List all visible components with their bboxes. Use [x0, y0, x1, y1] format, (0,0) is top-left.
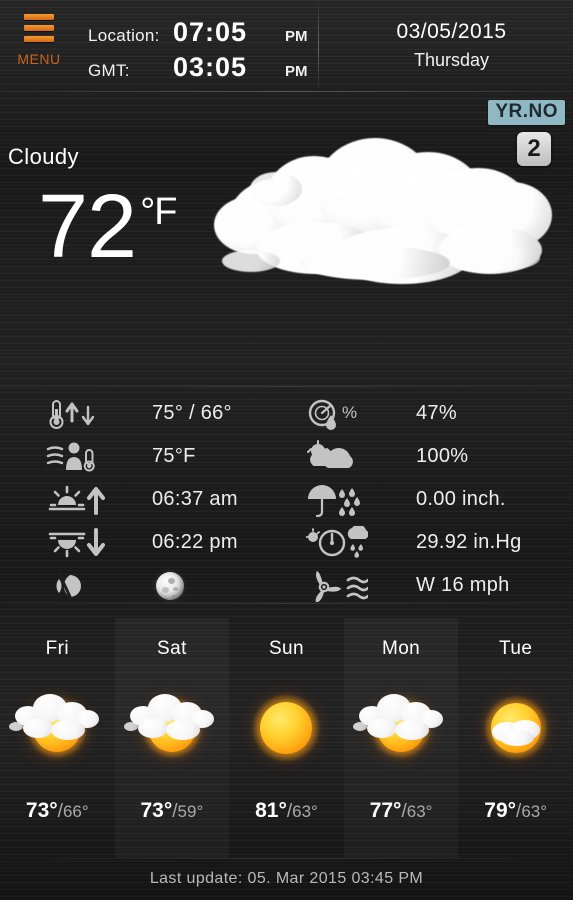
local-time-value: 07:05	[173, 17, 248, 47]
details-bottom-divider	[0, 603, 573, 604]
weather-app: MENU Location: 07:05 PM GMT: 03:05 PM 03…	[0, 0, 573, 900]
source-badge[interactable]: YR.NO	[488, 100, 565, 125]
forecast-day-sat[interactable]: Sat 73°/59°	[114, 618, 230, 858]
forecast-day-label: Fri	[45, 638, 69, 659]
date-value: 03/05/2015	[396, 20, 507, 43]
detail-row-pressure: 29.92 in.Hg	[306, 521, 561, 564]
detail-row-sunrise: 06:37 am	[46, 478, 296, 521]
feels-like-icon	[46, 437, 120, 477]
detail-value-humidity: 47%	[416, 402, 457, 424]
detail-row-cloudiness: 100%	[306, 435, 561, 478]
forecast-temps: 77°/63°	[370, 799, 433, 823]
detail-value-sunset: 06:22 pm	[152, 531, 238, 553]
weekday-value: Thursday	[413, 50, 490, 70]
precipitation-icon	[306, 480, 380, 520]
current-temperature-value: 72	[38, 177, 137, 277]
detail-row-sunset: 06:22 pm	[46, 521, 296, 564]
detail-value-sunrise: 06:37 am	[152, 488, 238, 510]
forecast-day-label: Sun	[268, 638, 304, 659]
detail-value-precipitation: 0.00 inch.	[416, 488, 506, 510]
gmt-time-ampm: PM	[285, 63, 308, 80]
forecast-temps: 73°/59°	[141, 799, 204, 823]
forecast-day-fri[interactable]: Fri 73°/66°	[0, 618, 115, 858]
forecast-day-label: Mon	[381, 638, 421, 659]
current-temperature-unit: °F	[140, 191, 177, 233]
detail-row-precipitation: 0.00 inch.	[306, 478, 561, 521]
thermometer-high-low-icon	[46, 394, 120, 434]
detail-row-wind: W 16 mph	[306, 564, 561, 607]
sunrise-icon	[46, 480, 120, 520]
footer-divider	[0, 858, 573, 859]
partly-cloudy-icon	[7, 686, 107, 766]
menu-button-label: MENU	[17, 51, 61, 67]
local-time-row: Location: 07:05 PM	[88, 17, 308, 48]
current-condition-text: Cloudy	[8, 144, 79, 169]
local-time-label: Location:	[88, 26, 160, 45]
forecast-day-mon[interactable]: Mon 77°/63°	[343, 618, 459, 858]
partly-cloudy-icon	[122, 686, 222, 766]
forecast-high: 73°	[140, 799, 173, 822]
forecast-day-tue[interactable]: Tue 79°/63°	[458, 618, 573, 858]
moon-phase-icon	[46, 566, 120, 606]
forecast-high: 81°	[255, 799, 287, 822]
partly-cloudy-icon	[351, 686, 451, 766]
detail-row-moon-phase	[46, 564, 296, 607]
forecast-temps: 79°/63°	[484, 799, 547, 823]
details-top-divider	[0, 386, 573, 387]
sunny-icon	[236, 686, 336, 766]
detail-value-high-low: 75° / 66°	[152, 402, 232, 424]
forecast-strip: Fri 73°/66° Sat 73°/59° Sun 81°/63° Mon …	[0, 618, 573, 858]
header-vertical-divider	[318, 4, 319, 88]
cloudy-icon	[212, 126, 562, 296]
header-bar: MENU Location: 07:05 PM GMT: 03:05 PM 03…	[0, 0, 573, 92]
date-block: 03/05/2015 Thursday	[330, 20, 573, 71]
local-time-ampm: PM	[285, 28, 308, 45]
detail-value-feels-like: 75°F	[152, 445, 196, 467]
forecast-day-label: Sat	[157, 638, 187, 659]
menu-button[interactable]: MENU	[8, 14, 70, 80]
forecast-high: 79°	[484, 799, 517, 822]
forecast-low: 63°	[406, 802, 433, 821]
gmt-time-label: GMT:	[88, 61, 130, 80]
forecast-low: 66°	[62, 802, 89, 821]
detail-value-pressure: 29.92 in.Hg	[416, 531, 522, 553]
svg-text:%: %	[342, 403, 357, 422]
forecast-high: 73°	[25, 799, 58, 822]
hamburger-menu-icon	[24, 14, 54, 47]
current-temperature: 72 °F	[38, 177, 178, 277]
cloudiness-icon	[306, 437, 380, 477]
last-update-text: Last update: 05. Mar 2015 03:45 PM	[149, 870, 424, 887]
forecast-low: 63°	[521, 802, 548, 821]
current-conditions: Cloudy 72 °F YR.NO 2	[0, 92, 573, 360]
forecast-temps: 81°/63°	[255, 799, 318, 823]
forecast-temps: 73°/66°	[26, 799, 89, 823]
sunset-icon	[46, 523, 120, 563]
moon-phase-disc	[156, 571, 184, 600]
wind-icon	[306, 566, 380, 606]
humidity-icon: %	[306, 394, 380, 434]
mostly-sunny-icon	[466, 686, 566, 766]
forecast-low: 59°	[177, 802, 204, 821]
gmt-time-row: GMT: 03:05 PM	[88, 52, 308, 83]
detail-value-cloudiness: 100%	[416, 445, 469, 467]
forecast-day-label: Tue	[499, 638, 533, 659]
details-grid: 75° / 66° 75°F 06:37 am 06:22 pm % 47% 1…	[0, 386, 573, 604]
detail-value-wind: W 16 mph	[416, 574, 510, 596]
detail-row-feels-like: 75°F	[46, 435, 296, 478]
forecast-day-sun[interactable]: Sun 81°/63°	[229, 618, 344, 858]
forecast-low: 63°	[292, 802, 318, 821]
forecast-high: 77°	[369, 799, 402, 822]
detail-row-humidity: % 47%	[306, 392, 561, 435]
pressure-icon	[306, 523, 380, 563]
detail-row-high-low: 75° / 66°	[46, 392, 296, 435]
gmt-time-value: 03:05	[173, 52, 248, 82]
footer-bar: Last update: 05. Mar 2015 03:45 PM	[0, 858, 573, 900]
